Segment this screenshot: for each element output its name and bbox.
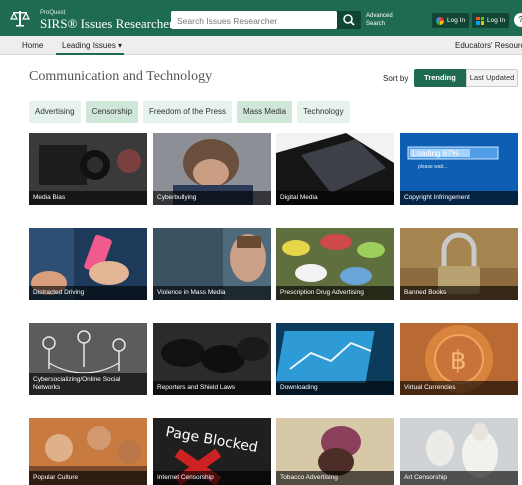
topic-tile-cybersocializing[interactable]: Cybersocializing/Online Social Networks [29, 323, 147, 395]
tile-label: Copyright Infringement [400, 191, 518, 205]
tile-label: Tobacco Advertising [276, 471, 394, 485]
topic-tile-virtual-currencies[interactable]: ฿ Virtual Currencies [400, 323, 518, 395]
tile-label: Media Bias [29, 191, 147, 205]
tile-overlay-text: Loading 67% [412, 149, 459, 158]
app-root: { "header": { "brand_small": "ProQuest",… [0, 0, 522, 485]
nav-home[interactable]: Home [22, 41, 43, 50]
chip-technology[interactable]: Technology [297, 101, 350, 123]
topic-tile-copyright-infringement[interactable]: Loading 67% please wait... Copyright Inf… [400, 133, 518, 205]
google-login-button[interactable]: Log In [432, 13, 470, 28]
topic-tile-media-bias[interactable]: Media Bias [29, 133, 147, 205]
topic-tile-cyberbullying[interactable]: Cyberbullying [153, 133, 271, 205]
tile-label: Violence in Mass Media [153, 286, 271, 300]
app-title[interactable]: SIRS® Issues Researcher [40, 16, 173, 32]
microsoft-login-button[interactable]: Log In [472, 13, 510, 28]
chip-advertising[interactable]: Advertising [29, 101, 81, 123]
chip-mass-media[interactable]: Mass Media [236, 101, 293, 123]
topic-tile-prescription-drug-advertising[interactable]: Prescription Drug Advertising [276, 228, 394, 300]
tile-label: Downloading [276, 381, 394, 395]
tile-label: Cyberbullying [153, 191, 271, 205]
subtopic-chips: Advertising Censorship Freedom of the Pr… [29, 101, 350, 123]
advanced-search-link[interactable]: Advanced Search [366, 12, 393, 28]
secondary-nav: Home Leading Issues ▾ Educators' Resourc… [0, 36, 522, 55]
topic-tile-violence-in-mass-media[interactable]: Violence in Mass Media [153, 228, 271, 300]
page-title: Communication and Technology [29, 69, 213, 84]
sort-last-updated-button[interactable]: Last Updated [466, 69, 518, 87]
topic-tile-digital-media[interactable]: Digital Media [276, 133, 394, 205]
search-icon [343, 14, 355, 26]
tile-label: Prescription Drug Advertising [276, 286, 394, 300]
tile-label: Distracted Driving [29, 286, 147, 300]
tile-label: Virtual Currencies [400, 381, 518, 395]
tile-overlay-subtext: please wait... [418, 164, 448, 170]
sort-trending-button[interactable]: Trending [414, 69, 466, 87]
topic-tile-tobacco-advertising[interactable]: Tobacco Advertising [276, 418, 394, 485]
chip-freedom-of-the-press[interactable]: Freedom of the Press [143, 101, 232, 123]
tile-label: Cybersocializing/Online Social Networks [29, 373, 147, 395]
chip-censorship[interactable]: Censorship [85, 101, 139, 123]
nav-active-indicator [56, 53, 124, 55]
topic-tile-banned-books[interactable]: Banned Books [400, 228, 518, 300]
sort-label: Sort by [383, 74, 409, 83]
microsoft-icon [476, 16, 484, 25]
search-box [171, 11, 337, 30]
topic-tile-downloading[interactable]: Downloading [276, 323, 394, 395]
google-icon [436, 16, 444, 25]
topic-tile-distracted-driving[interactable]: Distracted Driving [29, 228, 147, 300]
tile-label: Reporters and Shield Laws [153, 381, 271, 395]
scales-logo-icon [10, 11, 30, 27]
nav-educators-resources[interactable]: Educators' Resources [455, 41, 522, 50]
topic-tile-internet-censorship[interactable]: Page Blocked Internet Censorship [153, 418, 271, 485]
topic-tile-popular-culture[interactable]: Popular Culture [29, 418, 147, 485]
tile-label: Banned Books [400, 286, 518, 300]
search-button[interactable] [337, 11, 361, 29]
tile-label: Internet Censorship [153, 471, 271, 485]
help-button[interactable]: ? [514, 13, 522, 27]
top-header: ProQuest SIRS® Issues Researcher Advance… [0, 0, 522, 36]
topic-tile-reporters-and-shield-laws[interactable]: Reporters and Shield Laws [153, 323, 271, 395]
tile-label: Digital Media [276, 191, 394, 205]
svg-text:฿: ฿ [450, 346, 467, 376]
search-input[interactable] [171, 12, 337, 30]
tile-label: Popular Culture [29, 471, 147, 485]
topic-tile-art-censorship[interactable]: Art Censorship [400, 418, 518, 485]
nav-leading-issues[interactable]: Leading Issues ▾ [62, 41, 122, 50]
tile-label: Art Censorship [400, 471, 518, 485]
